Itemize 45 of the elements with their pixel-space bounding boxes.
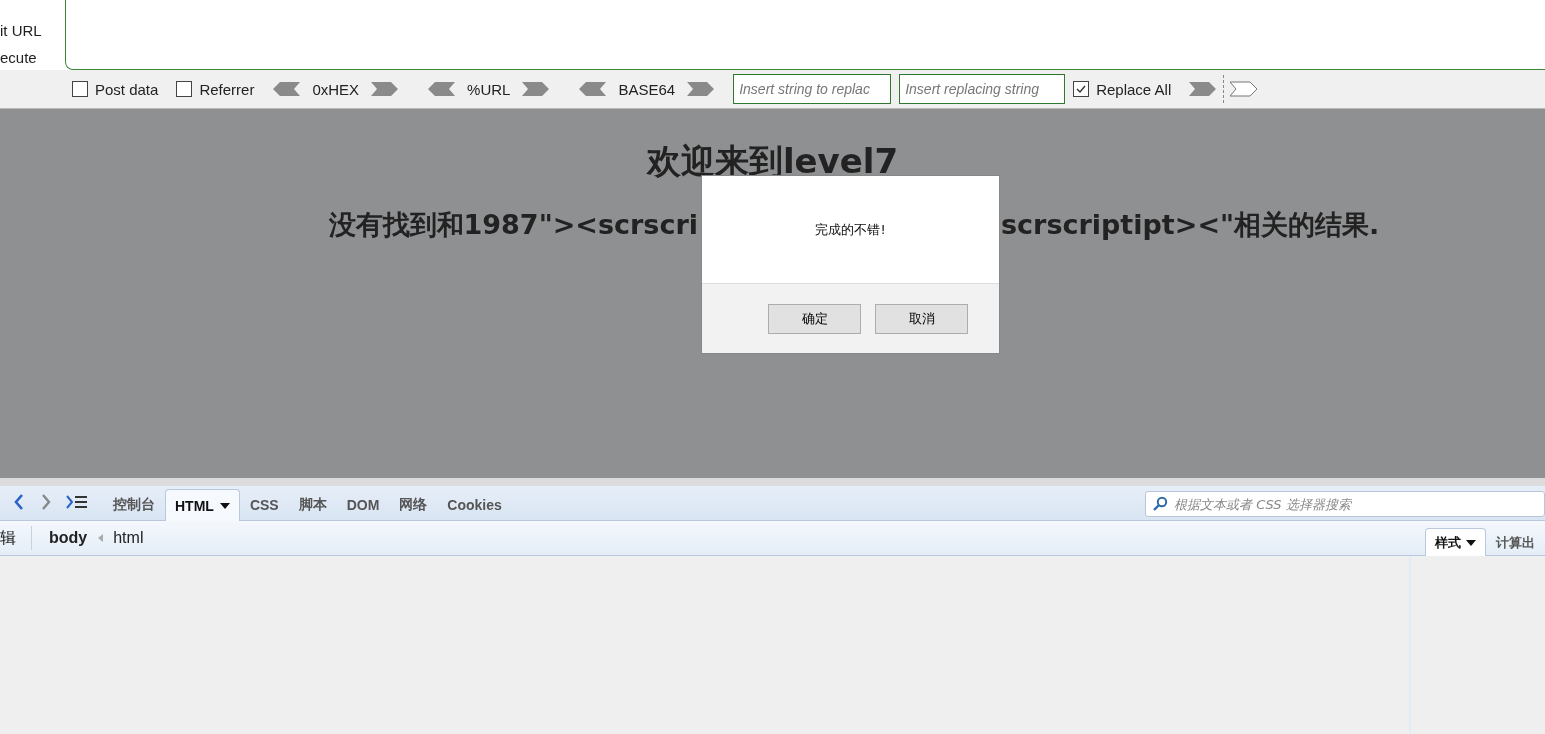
breadcrumb-arrow-icon (97, 533, 104, 543)
check-icon (1075, 83, 1088, 95)
checkbox[interactable] (1073, 81, 1090, 97)
checkbox[interactable] (176, 81, 193, 97)
checkbox-label: Referrer (199, 80, 255, 98)
search-icon (1152, 496, 1168, 512)
encoder-label: 0xHEX (312, 80, 360, 98)
dialog-button[interactable]: 确定 (768, 303, 861, 334)
replace-arrow-icon[interactable] (1189, 81, 1218, 97)
devtools-tab[interactable]: 控制台 (103, 489, 165, 519)
encoder-label: %URL (467, 80, 511, 98)
dialog-message: 完成的不错! (815, 221, 886, 239)
devtools-tab[interactable]: 网络 (389, 489, 438, 519)
side-panel-tab[interactable]: 样式 (1425, 528, 1486, 556)
search-field[interactable]: 根据文本或者 CSS 选择器搜索 (1145, 491, 1545, 517)
dialog-button[interactable]: 取消 (875, 303, 968, 334)
devtools-tab[interactable]: HTML (165, 489, 240, 521)
decode-arrow-icon[interactable] (272, 81, 301, 97)
checkbox-label: Replace All (1096, 80, 1172, 98)
checkbox-label: Post data (95, 80, 159, 98)
decode-arrow-icon[interactable] (427, 81, 456, 97)
dropdown-icon (219, 502, 230, 509)
encode-arrow-icon[interactable] (522, 81, 551, 97)
devtools-tab[interactable]: DOM (336, 489, 390, 519)
devtools-tab[interactable]: CSS (239, 489, 289, 519)
breadcrumb[interactable]: body (49, 529, 88, 547)
encode-arrow-icon[interactable] (371, 81, 400, 97)
breadcrumb[interactable]: html (113, 529, 144, 547)
decode-arrow-icon[interactable] (578, 81, 607, 97)
encoder-label: BASE64 (618, 80, 676, 98)
replace-from-field[interactable]: Insert string to replac (733, 74, 892, 104)
dropdown-icon (1466, 539, 1476, 546)
menu-item[interactable]: it URL (0, 22, 65, 39)
arrow-icon[interactable] (1230, 81, 1259, 97)
checkbox[interactable] (72, 81, 88, 97)
menu-item[interactable]: ecute (0, 49, 65, 66)
devtools-tab[interactable]: Cookies (437, 489, 512, 519)
result-text: scrscriptipt><"相关的结果. (1001, 208, 1381, 242)
result-text: 没有找到和1987"><scrscri (328, 208, 698, 242)
devtools-tab[interactable]: 脚本 (288, 489, 337, 519)
encode-arrow-icon[interactable] (687, 81, 716, 97)
replace-to-field[interactable]: Insert replacing string (899, 74, 1066, 104)
url-field[interactable] (65, 0, 1545, 70)
edit-button[interactable]: 辑 (0, 527, 16, 549)
side-panel-tab[interactable]: 计算出 (1486, 528, 1545, 556)
